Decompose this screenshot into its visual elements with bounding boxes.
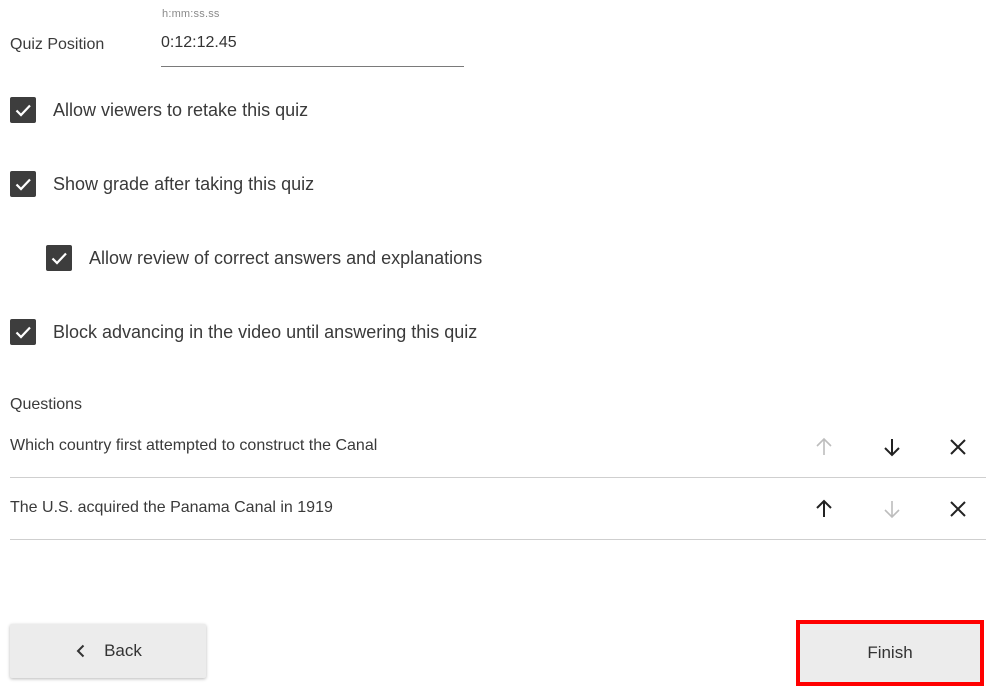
move-down-button[interactable] [876, 493, 908, 525]
show-grade-checkbox[interactable] [10, 171, 36, 197]
back-button[interactable]: Back [10, 624, 206, 678]
finish-button-label: Finish [867, 643, 913, 662]
question-text: Which country first attempted to constru… [10, 437, 378, 454]
close-icon [950, 501, 966, 517]
quiz-position-format-hint: h:mm:ss.ss [162, 8, 220, 20]
arrow-down-icon [884, 501, 900, 519]
show-grade-checkbox-row[interactable]: Show grade after taking this quiz [10, 171, 314, 197]
checkmark-icon [51, 252, 67, 265]
checkmark-icon [15, 104, 31, 117]
allow-review-label: Allow review of correct answers and expl… [89, 247, 483, 268]
back-button-label: Back [104, 641, 142, 660]
retake-quiz-label: Allow viewers to retake this quiz [53, 99, 309, 120]
delete-question-button[interactable] [942, 493, 974, 525]
close-icon [950, 439, 966, 455]
quiz-position-label: Quiz Position [10, 36, 105, 53]
show-grade-label: Show grade after taking this quiz [53, 173, 315, 194]
finish-button[interactable]: Finish [796, 620, 984, 686]
allow-review-checkbox[interactable] [46, 245, 72, 271]
block-advancing-checkbox-row[interactable]: Block advancing in the video until answe… [10, 319, 477, 345]
checkmark-icon [15, 178, 31, 191]
chevron-left-icon [76, 644, 85, 658]
block-advancing-label: Block advancing in the video until answe… [53, 321, 478, 342]
move-up-button[interactable] [808, 493, 840, 525]
quiz-settings-page: h:mm:ss.ss Quiz Position Allow viewers t… [0, 0, 986, 689]
questions-heading: Questions [10, 396, 83, 413]
quiz-position-input[interactable] [161, 34, 461, 52]
move-up-button[interactable] [808, 431, 840, 463]
question-text: The U.S. acquired the Panama Canal in 19… [10, 499, 333, 516]
retake-quiz-checkbox[interactable] [10, 97, 36, 123]
delete-question-button[interactable] [942, 431, 974, 463]
question-row: Which country first attempted to constru… [10, 417, 986, 478]
question-row: The U.S. acquired the Panama Canal in 19… [10, 479, 986, 540]
arrow-up-icon [816, 499, 832, 517]
block-advancing-checkbox[interactable] [10, 319, 36, 345]
arrow-up-icon [816, 437, 832, 455]
quiz-position-field[interactable] [161, 28, 464, 67]
checkmark-icon [15, 326, 31, 339]
move-down-button[interactable] [876, 431, 908, 463]
retake-quiz-checkbox-row[interactable]: Allow viewers to retake this quiz [10, 97, 308, 123]
allow-review-checkbox-row[interactable]: Allow review of correct answers and expl… [46, 245, 482, 271]
arrow-down-icon [884, 439, 900, 457]
